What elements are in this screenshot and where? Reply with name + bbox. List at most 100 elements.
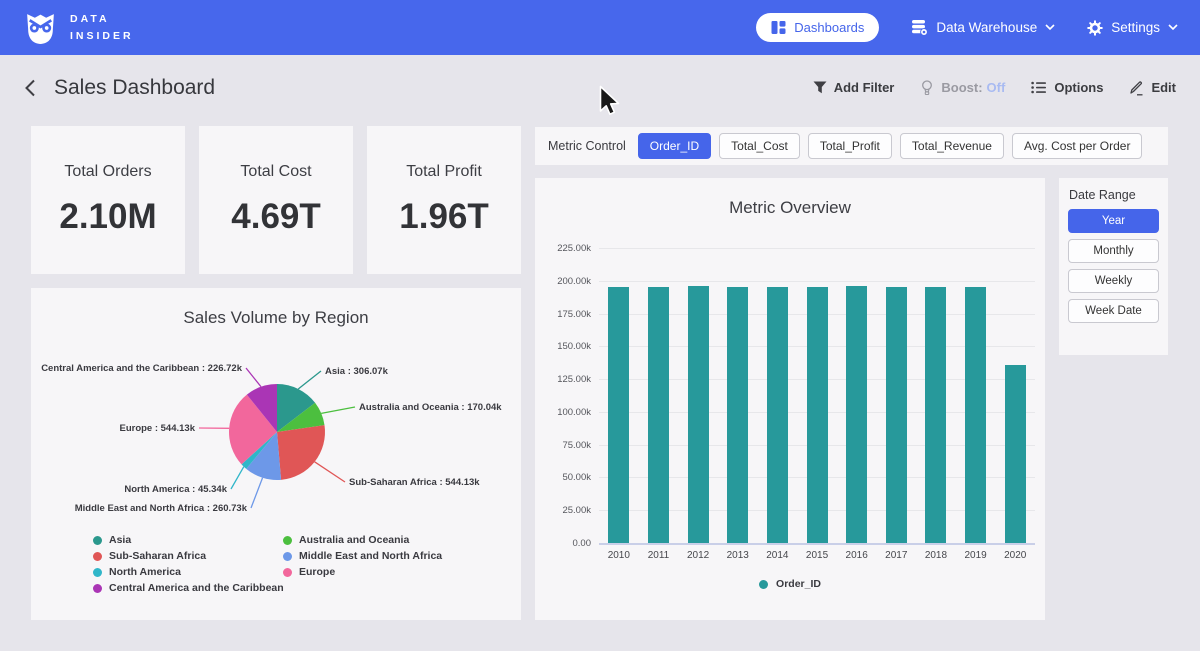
pie-legend-item-australia-and-oceania[interactable]: Australia and Oceania — [283, 532, 442, 548]
bar-2019[interactable] — [965, 287, 986, 543]
kpi-value: 4.69T — [231, 197, 321, 237]
date-range-option-weekly[interactable]: Weekly — [1068, 269, 1159, 293]
date-range-option-monthly[interactable]: Monthly — [1068, 239, 1159, 263]
options-button[interactable]: Options — [1031, 80, 1103, 95]
brand-line1: DATA — [70, 11, 134, 27]
kpi-card-total-cost[interactable]: Total Cost 4.69T — [199, 126, 353, 274]
pie-legend-item-middle-east-and-north-africa[interactable]: Middle East and North Africa — [283, 548, 442, 564]
y-axis-tick: 200.00k — [539, 276, 591, 287]
date-range-option-year[interactable]: Year — [1068, 209, 1159, 233]
boost-toggle[interactable]: Boost: Off — [920, 80, 1005, 96]
chevron-left-icon — [24, 79, 36, 97]
y-axis-tick: 150.00k — [539, 341, 591, 352]
gear-icon — [1087, 20, 1103, 36]
header-actions: Add Filter Boost: Off Options — [813, 80, 1176, 96]
gridline — [599, 543, 1035, 545]
metric-option-total-revenue[interactable]: Total_Revenue — [900, 133, 1004, 159]
owl-logo-icon — [22, 9, 59, 46]
metric-option-total-profit[interactable]: Total_Profit — [808, 133, 892, 159]
y-axis-tick: 75.00k — [539, 440, 591, 451]
settings-label: Settings — [1111, 20, 1160, 35]
bar-slot — [718, 248, 758, 543]
chevron-down-icon — [1045, 24, 1055, 31]
kpi-card-total-profit[interactable]: Total Profit1.96T — [367, 126, 521, 274]
pie-legend-item-north-america[interactable]: North America — [93, 564, 284, 580]
date-range-option-week-date[interactable]: Week Date — [1068, 299, 1159, 323]
y-axis-tick: 50.00k — [539, 472, 591, 483]
x-axis-tick: 2016 — [837, 550, 877, 561]
y-axis-tick: 175.00k — [539, 309, 591, 320]
pie-slice-label: Europe : 544.13k — [119, 423, 195, 434]
date-range-buttons: Year Monthly Weekly Week Date — [1068, 209, 1159, 323]
pie-legend-item-europe[interactable]: Europe — [283, 564, 442, 580]
pie-slice-sub-saharan-africa[interactable] — [277, 425, 325, 480]
settings-menu[interactable]: Settings — [1087, 20, 1178, 36]
y-axis-tick: 225.00k — [539, 243, 591, 254]
metric-option-total-cost[interactable]: Total_Cost — [719, 133, 800, 159]
x-axis-tick: 2012 — [678, 550, 718, 561]
edit-button[interactable]: Edit — [1129, 80, 1176, 96]
pie-label-connector — [231, 467, 244, 489]
bar-2013[interactable] — [727, 287, 748, 543]
data-warehouse-menu[interactable]: Data Warehouse — [911, 19, 1055, 36]
bar-2018[interactable] — [925, 287, 946, 543]
brand-line2: INSIDER — [70, 28, 134, 44]
pie-legend-column-1: Asia Sub-Saharan Africa North AmericaCentr… — [93, 532, 284, 596]
date-range-panel: Date Range Year Monthly Weekly Week Date — [1059, 178, 1168, 355]
bar-2020[interactable] — [1005, 365, 1026, 543]
metric-option-order-id[interactable]: Order_ID — [638, 133, 711, 159]
metric-control-bar: Metric Control Order_IDTotal_CostTotal_P… — [535, 127, 1168, 165]
pie-legend-item-asia[interactable]: Asia — [93, 532, 284, 548]
legend-label: Middle East and North Africa — [299, 550, 442, 562]
kpi-card-total-orders[interactable]: Total Orders 2.10M — [31, 126, 185, 274]
y-axis-tick: 100.00k — [539, 407, 591, 418]
brand-text: DATA INSIDER — [70, 11, 134, 44]
pie-slice-label: Australia and Oceania : 170.04k — [359, 402, 502, 413]
pie-legend-item-central-america-and-the-caribbean[interactable]: Central America and the Caribbean — [93, 580, 284, 596]
legend-label: Australia and Oceania — [299, 534, 409, 546]
x-axis-tick: 2014 — [758, 550, 798, 561]
dashboards-button[interactable]: Dashboards — [756, 13, 879, 42]
kpi-label: Total Orders — [64, 163, 151, 181]
kpi-value: 2.10M — [59, 197, 156, 237]
x-axis-tick: 2019 — [956, 550, 996, 561]
boost-balloon-icon — [920, 80, 934, 96]
bar-2010[interactable] — [608, 287, 629, 543]
boost-state: Off — [987, 80, 1006, 95]
database-icon — [911, 19, 928, 36]
metric-buttons: Order_ID Total_Cost Total_Profit Total_Reve… — [638, 133, 1143, 159]
pie-label-connector — [246, 368, 261, 387]
pie-slice-label: Central America and the Caribbean : 226.… — [41, 363, 243, 374]
pie-legend-item-sub-saharan-africa[interactable]: Sub-Saharan Africa — [93, 548, 284, 564]
bar-chart-legend[interactable]: Order_ID — [535, 578, 1045, 590]
date-range-label: Date Range — [1069, 188, 1136, 202]
bar-2012[interactable] — [688, 286, 709, 543]
legend-dot — [283, 568, 292, 577]
legend-label: Europe — [299, 566, 335, 578]
legend-dot — [283, 552, 292, 561]
bar-2014[interactable] — [767, 287, 788, 543]
bar-slot — [599, 248, 639, 543]
kpi-value: 1.96T — [399, 197, 489, 237]
x-axis-tick: 2013 — [718, 550, 758, 561]
y-axis-tick: 125.00k — [539, 374, 591, 385]
bar-2015[interactable] — [807, 287, 828, 543]
add-filter-label: Add Filter — [834, 80, 895, 95]
dashboards-label: Dashboards — [794, 20, 864, 35]
options-label: Options — [1054, 80, 1103, 95]
legend-dot — [93, 536, 102, 545]
pie-slice-label: Asia : 306.07k — [325, 366, 389, 377]
x-axis-tick: 2018 — [916, 550, 956, 561]
back-button[interactable] — [24, 79, 36, 97]
metric-option-avg-cost-per-order[interactable]: Avg. Cost per Order — [1012, 133, 1143, 159]
add-filter-button[interactable]: Add Filter — [813, 80, 895, 95]
legend-label: Sub-Saharan Africa — [109, 550, 206, 562]
bar-slot — [639, 248, 679, 543]
bar-2016[interactable] — [846, 286, 867, 543]
bar-2011[interactable] — [648, 287, 669, 543]
options-list-icon — [1031, 81, 1047, 94]
bar-2017[interactable] — [886, 287, 907, 543]
kpi-label: Total Cost — [240, 163, 311, 181]
bar-series — [599, 248, 1035, 543]
bar-chart-title: Metric Overview — [535, 198, 1045, 218]
